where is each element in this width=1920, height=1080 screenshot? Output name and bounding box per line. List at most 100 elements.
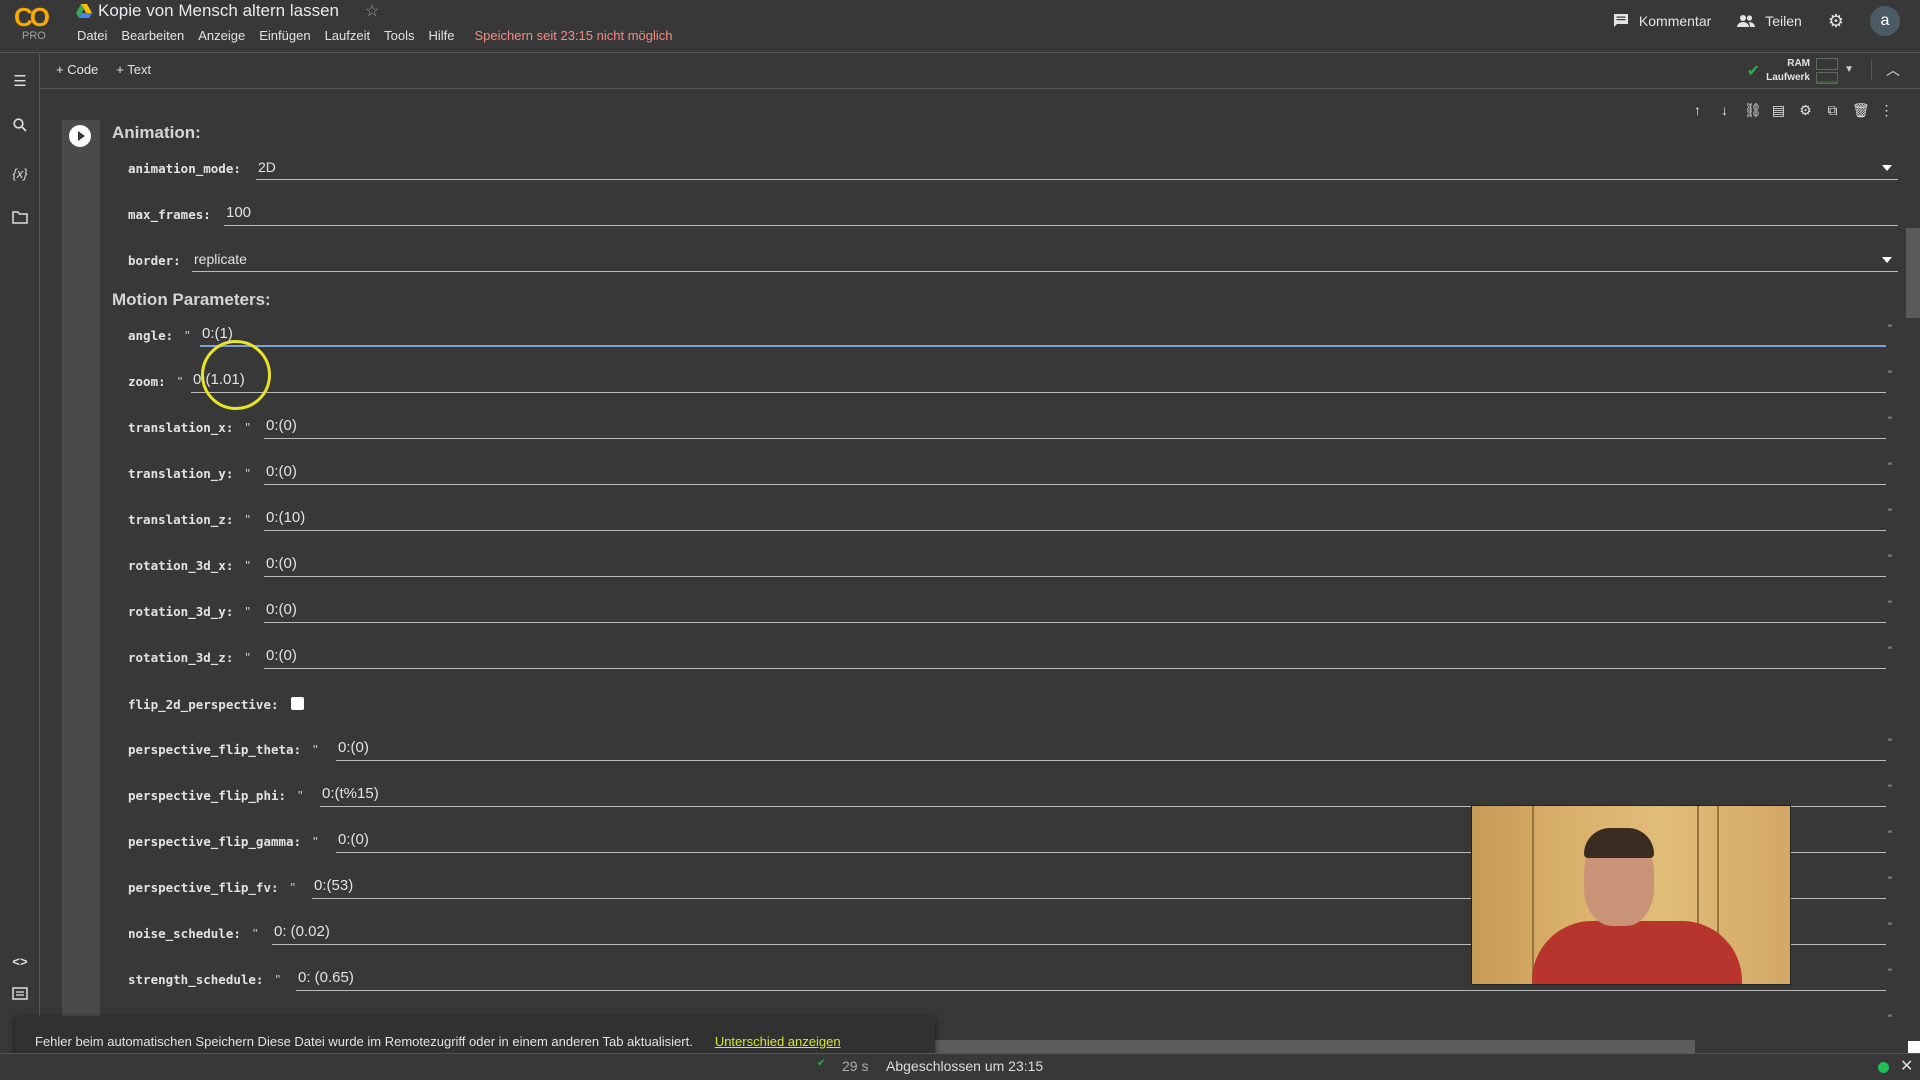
quote-end-mark: "	[1888, 921, 1892, 933]
rotation-3d-z-input[interactable]: 0:(0)	[264, 645, 1886, 669]
insert-buttons: + Code + Text	[56, 62, 151, 77]
quote-mark: "	[245, 604, 250, 619]
zoom-input[interactable]: 0:(1.01)	[191, 369, 1886, 393]
resource-labels: RAM Laufwerk	[1766, 57, 1810, 85]
mirror-cell-icon[interactable]: ⧉	[1825, 102, 1840, 119]
quote-mark: "	[245, 512, 250, 527]
translation-y-input[interactable]: 0:(0)	[264, 461, 1886, 485]
ram-bar	[1816, 58, 1838, 70]
menu-hilfe[interactable]: Hilfe	[421, 28, 461, 43]
table-of-contents-icon[interactable]: ☰	[10, 72, 30, 92]
quote-end-mark: "	[1888, 507, 1892, 519]
comment-label: Kommentar	[1638, 13, 1712, 29]
settings-gear-icon[interactable]: ⚙	[1828, 11, 1844, 32]
field-label: rotation_3d_y:	[128, 604, 234, 619]
field-noise-schedule: noise_schedule: " 0: (0.02)	[128, 921, 1886, 945]
move-up-icon[interactable]: ↑	[1690, 102, 1705, 119]
quote-end-mark: "	[1888, 737, 1892, 749]
menu-einfuegen[interactable]: Einfügen	[252, 28, 317, 43]
menu-anzeige[interactable]: Anzeige	[191, 28, 252, 43]
perspective-flip-theta-input[interactable]: 0:(0)	[336, 737, 1886, 761]
quote-end-mark: "	[1888, 875, 1892, 887]
field-label: perspective_flip_theta:	[128, 742, 302, 757]
cell-settings-icon[interactable]: ⚙	[1798, 102, 1813, 119]
comment-cell-icon[interactable]: ▤	[1771, 102, 1786, 119]
variables-icon[interactable]: {x}	[10, 164, 30, 184]
field-label: translation_y:	[128, 466, 234, 481]
vertical-scrollbar[interactable]	[1906, 228, 1920, 318]
avatar[interactable]: a	[1870, 6, 1900, 36]
close-status-icon[interactable]: ✕	[1900, 1056, 1913, 1076]
max-frames-input[interactable]: 100	[224, 202, 1898, 226]
webcam-person-hair	[1584, 828, 1654, 858]
dropdown-arrow-icon	[1882, 165, 1892, 171]
resource-monitor[interactable]: ✔ RAM Laufwerk	[1747, 57, 1838, 85]
run-cell-button[interactable]	[69, 125, 91, 147]
connection-status-dot	[1878, 1062, 1889, 1073]
quote-mark: "	[185, 328, 190, 343]
section-motion-parameters: Motion Parameters:	[112, 290, 271, 309]
angle-input[interactable]: 0:(1)	[200, 323, 1886, 347]
comment-icon	[1613, 14, 1628, 27]
menu-bearbeiten[interactable]: Bearbeiten	[114, 28, 191, 43]
animation-mode-select[interactable]: 2D	[256, 156, 1898, 180]
colab-window: CO PRO Kopie von Mensch altern lassen ☆ …	[0, 0, 1920, 1080]
add-text-button[interactable]: + Text	[116, 62, 151, 77]
menu-tools[interactable]: Tools	[377, 28, 421, 43]
menu-laufzeit[interactable]: Laufzeit	[318, 28, 378, 43]
quote-end-mark: "	[1888, 553, 1892, 565]
link-icon[interactable]: ⛓	[1744, 102, 1762, 119]
rotation-3d-y-input[interactable]: 0:(0)	[264, 599, 1886, 623]
quote-mark: "	[275, 972, 281, 987]
notebook-toolbar: + Code + Text ✔ RAM Laufwerk ▼ ︿	[40, 54, 1920, 89]
perspective-flip-phi-input[interactable]: 0:(t%15)	[320, 783, 1886, 807]
quote-end-mark: "	[1888, 369, 1892, 381]
quote-mark: "	[313, 834, 318, 849]
share-button[interactable]: Teilen	[1737, 13, 1802, 29]
colab-logo[interactable]: CO PRO	[14, 2, 58, 48]
notebook-title[interactable]: Kopie von Mensch altern lassen	[98, 1, 339, 21]
star-icon[interactable]: ☆	[365, 1, 379, 21]
menu-datei[interactable]: Datei	[70, 28, 114, 43]
border-select[interactable]: replicate	[192, 248, 1898, 272]
terminal-icon[interactable]	[10, 986, 30, 1006]
header: CO PRO Kopie von Mensch altern lassen ☆ …	[0, 0, 1920, 53]
save-warning[interactable]: Speichern seit 23:15 nicht möglich	[467, 28, 679, 43]
field-label: max_frames:	[128, 207, 211, 222]
webcam-bg-detail	[1532, 806, 1534, 984]
translation-z-input[interactable]: 0:(10)	[264, 507, 1886, 531]
field-perspective-flip-phi: perspective_flip_phi: " 0:(t%15)	[128, 783, 1886, 807]
status-check-icon: ✔	[817, 1058, 826, 1069]
field-label: animation_mode:	[128, 161, 241, 176]
collapse-header-icon[interactable]: ︿	[1871, 60, 1900, 80]
code-snippets-icon[interactable]: <>	[10, 952, 30, 972]
runtime-dropdown-icon[interactable]: ▼	[1844, 64, 1854, 75]
field-perspective-flip-theta: perspective_flip_theta: " 0:(0)	[128, 737, 1886, 761]
field-label: perspective_flip_fv:	[128, 880, 279, 895]
quote-mark: "	[252, 926, 258, 941]
folder-icon[interactable]	[10, 210, 30, 230]
more-options-icon[interactable]: ⋮	[1879, 102, 1894, 119]
share-label: Teilen	[1765, 13, 1802, 29]
quote-mark: "	[313, 742, 318, 757]
quote-end-mark: "	[1888, 1013, 1892, 1025]
search-icon[interactable]	[10, 118, 30, 138]
rotation-3d-x-input[interactable]: 0:(0)	[264, 553, 1886, 577]
quote-mark: "	[245, 420, 250, 435]
field-flip-2d-perspective: flip_2d_perspective:	[128, 692, 304, 716]
quote-end-mark: "	[1888, 323, 1892, 335]
logo-text: CO	[14, 2, 50, 32]
horizontal-scrollbar[interactable]	[935, 1040, 1695, 1053]
menu-bar: Datei Bearbeiten Anzeige Einfügen Laufze…	[70, 28, 680, 43]
show-diff-link[interactable]: Unterschied anzeigen	[715, 1034, 841, 1049]
scroll-corner	[1908, 1041, 1920, 1053]
flip-2d-perspective-checkbox[interactable]	[290, 697, 304, 710]
translation-x-input[interactable]: 0:(0)	[264, 415, 1886, 439]
quote-mark: "	[245, 558, 250, 573]
cell-gutter	[62, 120, 100, 1020]
quote-mark: "	[245, 466, 250, 481]
delete-icon[interactable]: 🗑	[1852, 102, 1870, 119]
comment-button[interactable]: Kommentar	[1613, 13, 1711, 29]
move-down-icon[interactable]: ↓	[1717, 102, 1732, 119]
add-code-button[interactable]: + Code	[56, 62, 98, 77]
